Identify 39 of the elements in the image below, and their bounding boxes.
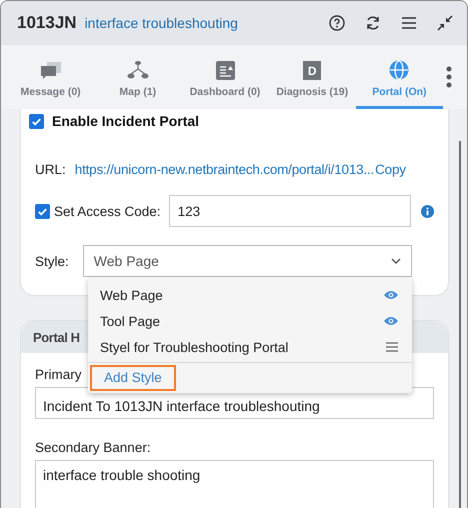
- more-options-icon[interactable]: [445, 66, 454, 88]
- topology-icon: [126, 60, 149, 80]
- banner-field[interactable]: Incident To 1013JN interface troubleshouting: [35, 387, 434, 419]
- field-label: Primary: [35, 367, 82, 382]
- access-code-field[interactable]: 123: [168, 195, 411, 227]
- collapse-icon[interactable]: [437, 15, 453, 31]
- check-icon: [31, 116, 42, 126]
- diagnosis-icon: D: [303, 61, 322, 80]
- check-icon: [37, 206, 48, 216]
- chevron-down-icon: [391, 258, 401, 264]
- refresh-icon[interactable]: [365, 15, 381, 31]
- copy-link[interactable]: Copy: [375, 162, 406, 177]
- url-label: URL:: [35, 162, 66, 177]
- field-label: Secondary Banner:: [35, 440, 151, 455]
- chat-icon: [40, 62, 61, 80]
- style-option[interactable]: Web Page: [88, 282, 412, 308]
- dashboard-icon: [216, 61, 234, 80]
- access-code-label: Set Access Code:: [54, 204, 161, 218]
- add-style-button[interactable]: Add Style: [90, 365, 176, 391]
- help-icon[interactable]: [329, 15, 345, 31]
- incident-id: 1013JN: [17, 13, 77, 33]
- menu-icon[interactable]: [401, 15, 417, 31]
- style-dropdown[interactable]: Web Page: [82, 245, 412, 277]
- eye-icon[interactable]: [384, 290, 398, 300]
- tab[interactable]: Message (0): [7, 45, 94, 109]
- tab[interactable]: Dashboard (0): [181, 45, 269, 109]
- menu-icon[interactable]: [386, 342, 398, 352]
- style-label: Style:: [35, 254, 69, 268]
- banner-field[interactable]: interface trouble shooting: [35, 460, 434, 508]
- url-link[interactable]: https://unicorn-new.netbraintech.com/portal/i/1013...: [74, 162, 374, 177]
- tab[interactable]: Map (1): [94, 45, 182, 109]
- checkbox-label: Enable Incident Portal: [52, 113, 200, 129]
- info-icon[interactable]: [421, 204, 434, 218]
- eye-icon[interactable]: [384, 316, 398, 326]
- checkbox[interactable]: [35, 204, 50, 218]
- checkbox[interactable]: [29, 114, 44, 128]
- incident-title: interface troubleshouting: [84, 15, 239, 31]
- tab[interactable]: D Diagnosis (19): [268, 45, 356, 109]
- globe-icon: [389, 60, 410, 80]
